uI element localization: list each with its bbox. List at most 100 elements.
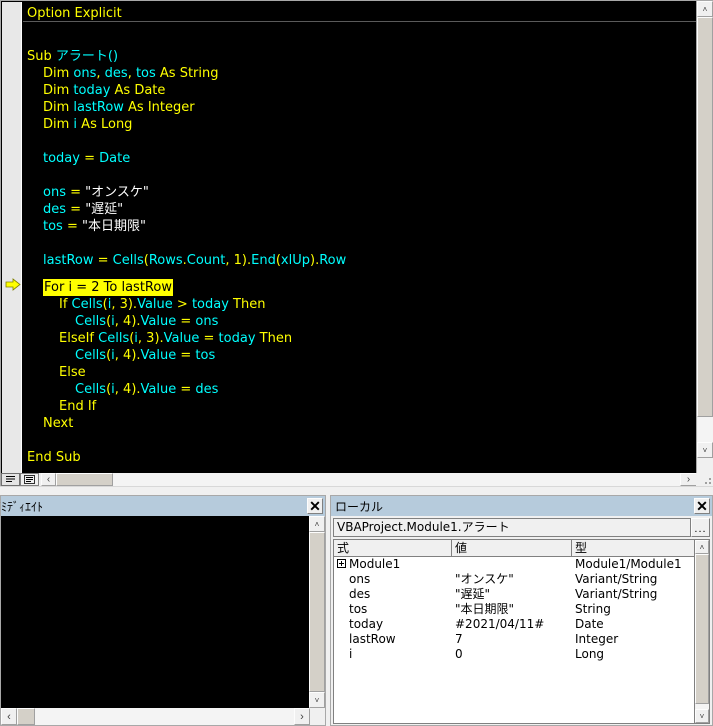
code-line[interactable]: Cells(i, 4).Value = ons <box>75 313 218 330</box>
code-line[interactable]: ons = "オンスケ" <box>43 184 149 201</box>
locals-vscroll-thumb[interactable] <box>695 554 709 704</box>
code-line-current[interactable]: For i = 2 To lastRow <box>43 279 173 296</box>
code-line[interactable]: Dim lastRow As Integer <box>43 99 195 116</box>
locals-column-header-expression[interactable]: 式 <box>334 540 452 556</box>
code-resize-grip[interactable] <box>696 473 713 486</box>
code-line[interactable]: today = Date <box>43 150 130 167</box>
immediate-vertical-scrollbar[interactable]: ˄ ˅ <box>309 516 325 708</box>
code-token: Value <box>140 382 177 397</box>
locals-scroll-up-button[interactable]: ˄ <box>695 540 709 554</box>
code-line[interactable]: Dim ons, des, tos As String <box>43 65 219 82</box>
locals-row[interactable]: tos "本日期限" String <box>334 602 709 617</box>
code-token: des <box>195 382 219 397</box>
code-text-area[interactable]: Option Explicit Sub アラート() Dim ons, des, t… <box>23 2 697 474</box>
full-module-view-button[interactable] <box>20 473 39 486</box>
locals-vertical-scrollbar[interactable]: ˄ ˅ <box>694 539 710 724</box>
locals-scroll-down-button[interactable]: ˅ <box>695 709 709 723</box>
code-token: lastRow <box>73 100 124 115</box>
code-line[interactable]: Cells(i, 4).Value = des <box>75 381 218 398</box>
locals-cell-value[interactable]: 0 <box>452 647 572 662</box>
code-scroll-down-button[interactable]: ˅ <box>697 442 713 458</box>
code-token: , <box>127 66 136 81</box>
locals-cell-value[interactable]: "本日期限" <box>452 602 572 617</box>
locals-row[interactable]: i 0 Long <box>334 647 709 662</box>
code-token: = <box>176 314 196 329</box>
immediate-window-input-area[interactable] <box>1 516 325 725</box>
locals-row[interactable]: des "遅延" Variant/String <box>334 587 709 602</box>
code-line[interactable]: Sub アラート() <box>27 48 118 65</box>
locals-grid-body: Module1 Module1/Module1 ons "オンスケ" Variant/S… <box>334 557 709 662</box>
code-line[interactable]: If Cells(i, 3).Value > today Then <box>59 296 265 313</box>
locals-row[interactable]: today #2021/04/11# Date <box>334 617 709 632</box>
locals-call-stack-button[interactable]: ... <box>691 518 710 537</box>
locals-column-header-type[interactable]: 型 <box>572 540 692 556</box>
code-scroll-right-button[interactable]: › <box>680 473 697 486</box>
code-vscroll-thumb[interactable] <box>697 17 713 417</box>
locals-row[interactable]: Module1 Module1/Module1 <box>334 557 709 572</box>
code-line[interactable]: Option Explicit <box>27 5 122 22</box>
code-margin-indicator-bar[interactable] <box>2 2 22 474</box>
locals-cell-value[interactable]: "オンスケ" <box>452 572 572 587</box>
code-token: Dim <box>43 117 74 132</box>
locals-cell-value[interactable]: "遅延" <box>452 587 572 602</box>
code-line[interactable]: Dim i As Long <box>43 116 132 133</box>
immediate-hscroll-track[interactable] <box>17 708 309 725</box>
code-line[interactable]: ElseIf Cells(i, 3).Value = today Then <box>59 330 292 347</box>
locals-cell-type: Date <box>575 617 604 631</box>
code-line[interactable]: tos = "本日期限" <box>43 218 146 235</box>
code-vertical-scrollbar[interactable]: ˄ ˅ <box>696 1 713 474</box>
chevron-up-icon: ˄ <box>699 542 705 552</box>
immediate-scroll-up-button[interactable]: ˄ <box>309 516 325 532</box>
locals-cell-value[interactable]: 7 <box>452 632 572 647</box>
locals-cell-value[interactable]: #2021/04/11# <box>452 617 572 632</box>
code-hscroll-track[interactable] <box>56 473 697 486</box>
locals-cell-type: String <box>575 602 611 616</box>
code-token: Cells <box>75 314 107 329</box>
current-statement-arrow-icon <box>5 278 21 291</box>
code-line[interactable]: Else <box>59 364 86 381</box>
expand-plus-icon[interactable] <box>337 559 346 568</box>
locals-cell-expression: Module1 <box>334 557 452 572</box>
code-token: = <box>66 202 86 217</box>
code-token: End Sub <box>27 450 81 465</box>
locals-variable-grid[interactable]: 式 値 型 Module1 Module1/Module1 ons "オンスケ" Var… <box>333 539 710 724</box>
code-hscroll-thumb[interactable] <box>56 473 113 486</box>
code-line[interactable]: End If <box>59 398 96 415</box>
close-icon: ✕ <box>696 498 708 514</box>
immediate-horizontal-scrollbar[interactable]: ‹ › <box>1 708 325 725</box>
code-token: , 4). <box>114 348 141 363</box>
immediate-scroll-right-button[interactable]: › <box>294 708 310 725</box>
code-line[interactable]: Cells(i, 4).Value = tos <box>75 347 215 364</box>
locals-row[interactable]: lastRow 7 Integer <box>334 632 709 647</box>
immediate-close-button[interactable]: ✕ <box>307 498 323 514</box>
immediate-scroll-left-button[interactable]: ‹ <box>1 708 17 725</box>
locals-row[interactable]: ons "オンスケ" Variant/String <box>334 572 709 587</box>
code-line[interactable]: Next <box>43 415 73 432</box>
code-line[interactable]: des = "遅延" <box>43 201 123 218</box>
locals-column-header-value[interactable]: 値 <box>452 540 572 556</box>
code-token: Dim <box>43 66 74 81</box>
code-line[interactable]: End Sub <box>27 449 81 466</box>
chevron-down-icon: ˅ <box>699 711 705 721</box>
option-explicit-separator <box>23 21 697 22</box>
code-line[interactable]: Dim today As Date <box>43 82 165 99</box>
code-token: Sub <box>27 49 56 64</box>
locals-close-button[interactable]: ✕ <box>694 498 710 514</box>
locals-cell-type: Variant/String <box>575 587 658 601</box>
code-scroll-up-button[interactable]: ˄ <box>697 1 713 17</box>
immediate-hscroll-thumb[interactable] <box>17 708 35 725</box>
procedure-view-icon <box>6 476 15 482</box>
view-mode-button-group[interactable] <box>1 473 41 486</box>
locals-expression-label: ons <box>349 572 371 586</box>
immediate-vscroll-thumb[interactable] <box>309 532 325 692</box>
immediate-scroll-down-button[interactable]: ˅ <box>309 692 325 708</box>
locals-cell-value[interactable] <box>452 557 572 572</box>
procedure-view-button[interactable] <box>1 473 20 486</box>
code-horizontal-scrollbar[interactable]: ‹ › <box>1 473 697 486</box>
panel-splitter[interactable] <box>0 486 713 495</box>
code-line[interactable]: lastRow = Cells(Rows.Count, 1).End(xlUp)… <box>43 252 346 269</box>
code-scroll-left-button[interactable]: ‹ <box>41 473 56 486</box>
immediate-window-titlebar[interactable]: ｲﾐﾃﾞｨｴｲﾄ ✕ <box>0 496 325 516</box>
code-token: , 3). <box>137 331 164 346</box>
locals-window-titlebar[interactable]: ローカル ✕ <box>331 496 712 516</box>
